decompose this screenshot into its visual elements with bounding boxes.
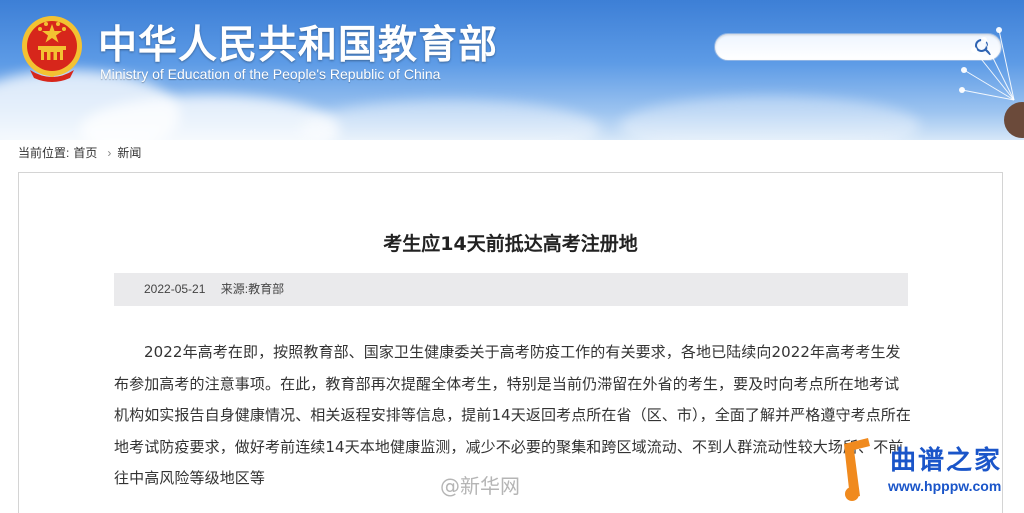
breadcrumb-label: 当前位置: <box>18 146 70 160</box>
article-meta: 2022-05-21 来源:教育部 <box>114 273 908 306</box>
site-header: 中华人民共和国教育部 Ministry of Education of the … <box>0 0 1024 140</box>
breadcrumb-news-link[interactable]: 新闻 <box>117 146 141 160</box>
national-emblem-icon[interactable] <box>20 12 84 84</box>
weibo-watermark: @新华网 <box>440 474 520 498</box>
article-date: 2022-05-21 <box>144 282 206 296</box>
dandelion-decoration-icon <box>959 27 1024 138</box>
breadcrumb: 当前位置: 首页 › 新闻 <box>18 144 145 161</box>
article-title: 考生应14天前抵达高考注册地 <box>383 233 638 255</box>
article-source: 来源:教育部 <box>220 282 285 296</box>
header-cloud <box>620 96 920 140</box>
site-watermark-url: www.hpppw.com <box>888 478 1002 494</box>
breadcrumb-home-link[interactable]: 首页 <box>73 146 97 160</box>
chevron-right-icon: › <box>107 146 112 160</box>
site-watermark-name: 曲谱之家 <box>890 446 1003 476</box>
site-subtitle: Ministry of Education of the People's Re… <box>100 66 441 82</box>
site-watermark: 曲谱之家 www.hpppw.com <box>838 432 1024 508</box>
header-cloud <box>300 100 600 140</box>
site-title[interactable]: 中华人民共和国教育部 <box>98 14 498 70</box>
music-note-logo-icon <box>844 438 870 501</box>
